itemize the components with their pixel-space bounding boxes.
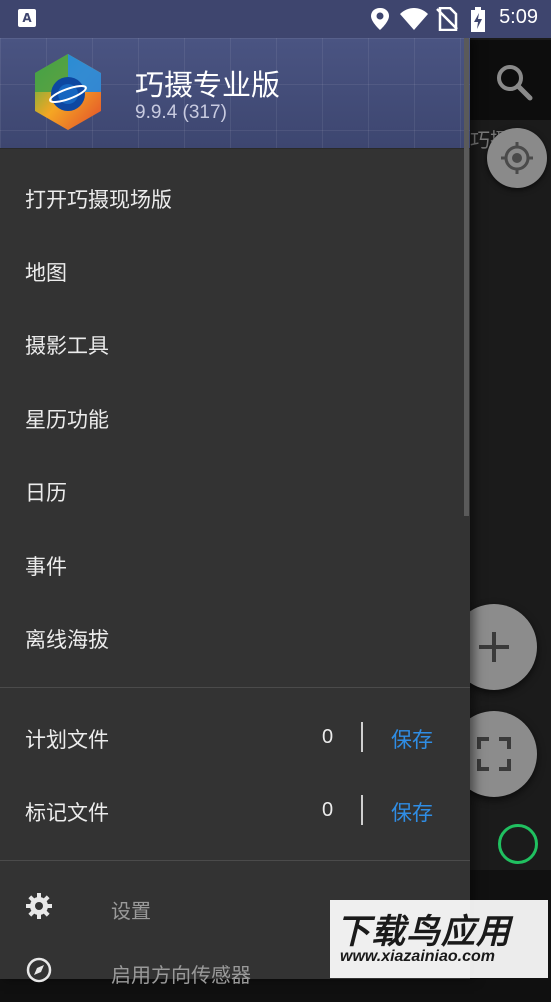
menu-item-label: 事件	[25, 555, 67, 579]
direction-sensor-label: 启用方向传感器	[111, 963, 251, 987]
marker-file-label: 标记文件	[25, 801, 109, 825]
app-logo	[35, 54, 101, 130]
battery-charging-icon	[471, 7, 485, 32]
locate-button[interactable]	[487, 128, 547, 188]
settings-label: 设置	[111, 899, 151, 923]
separator	[361, 722, 363, 752]
location-icon	[371, 8, 389, 30]
app-name: 巧摄专业版	[135, 68, 281, 102]
menu-item-label: 日历	[25, 481, 67, 505]
plan-file-save-button[interactable]: 保存	[391, 724, 433, 754]
marker-file-count: 0	[322, 799, 334, 821]
app-version: 9.9.4 (317)	[135, 102, 227, 123]
wifi-icon	[400, 8, 428, 30]
menu-item-ephemeris[interactable]: 星历功能	[0, 382, 470, 454]
marker-file-save-button[interactable]: 保存	[391, 797, 433, 827]
divider	[0, 860, 470, 861]
watermark: 下载鸟应用 www.xiazainiao.com	[330, 900, 548, 978]
compass-icon	[26, 957, 52, 983]
menu-item-label: 地图	[25, 261, 67, 285]
calendar-icon[interactable]	[498, 824, 538, 864]
separator	[361, 795, 363, 825]
menu-item-calendar[interactable]: 日历	[0, 455, 470, 527]
divider	[0, 687, 470, 688]
menu-item-label: 星历功能	[25, 408, 109, 432]
menu-item-label: 打开巧摄现场版	[25, 188, 172, 212]
navigation-drawer: 巧摄专业版 9.9.4 (317) 打开巧摄现场版 地图 摄影工具 星历功能 日…	[0, 38, 470, 987]
watermark-url: www.xiazainiao.com	[340, 948, 496, 965]
drawer-header: 巧摄专业版 9.9.4 (317)	[0, 38, 470, 149]
watermark-main-text: 下载鸟应用	[336, 912, 511, 952]
status-time: 5:09	[499, 6, 538, 28]
status-bar: A 5:09	[0, 0, 551, 38]
gear-icon	[26, 893, 52, 919]
menu-item-events[interactable]: 事件	[0, 529, 470, 601]
menu-item-label: 摄影工具	[25, 334, 109, 358]
menu-item-label: 离线海拔	[25, 628, 109, 652]
crosshair-icon	[501, 142, 533, 174]
menu-item-offline-elevation[interactable]: 离线海拔	[0, 602, 470, 674]
plan-file-row[interactable]: 计划文件 0 保存	[0, 702, 470, 774]
app-notification-icon: A	[18, 9, 36, 27]
search-icon[interactable]	[492, 60, 536, 104]
plan-file-count: 0	[322, 726, 334, 748]
menu-item-open-live[interactable]: 打开巧摄现场版	[0, 162, 470, 234]
marker-file-row[interactable]: 标记文件 0 保存	[0, 775, 470, 847]
menu-item-photo-tools[interactable]: 摄影工具	[0, 308, 470, 380]
menu-item-map[interactable]: 地图	[0, 235, 470, 307]
no-sim-icon	[436, 7, 458, 31]
drawer-scrollbar[interactable]	[464, 38, 469, 516]
plan-file-label: 计划文件	[25, 728, 109, 752]
